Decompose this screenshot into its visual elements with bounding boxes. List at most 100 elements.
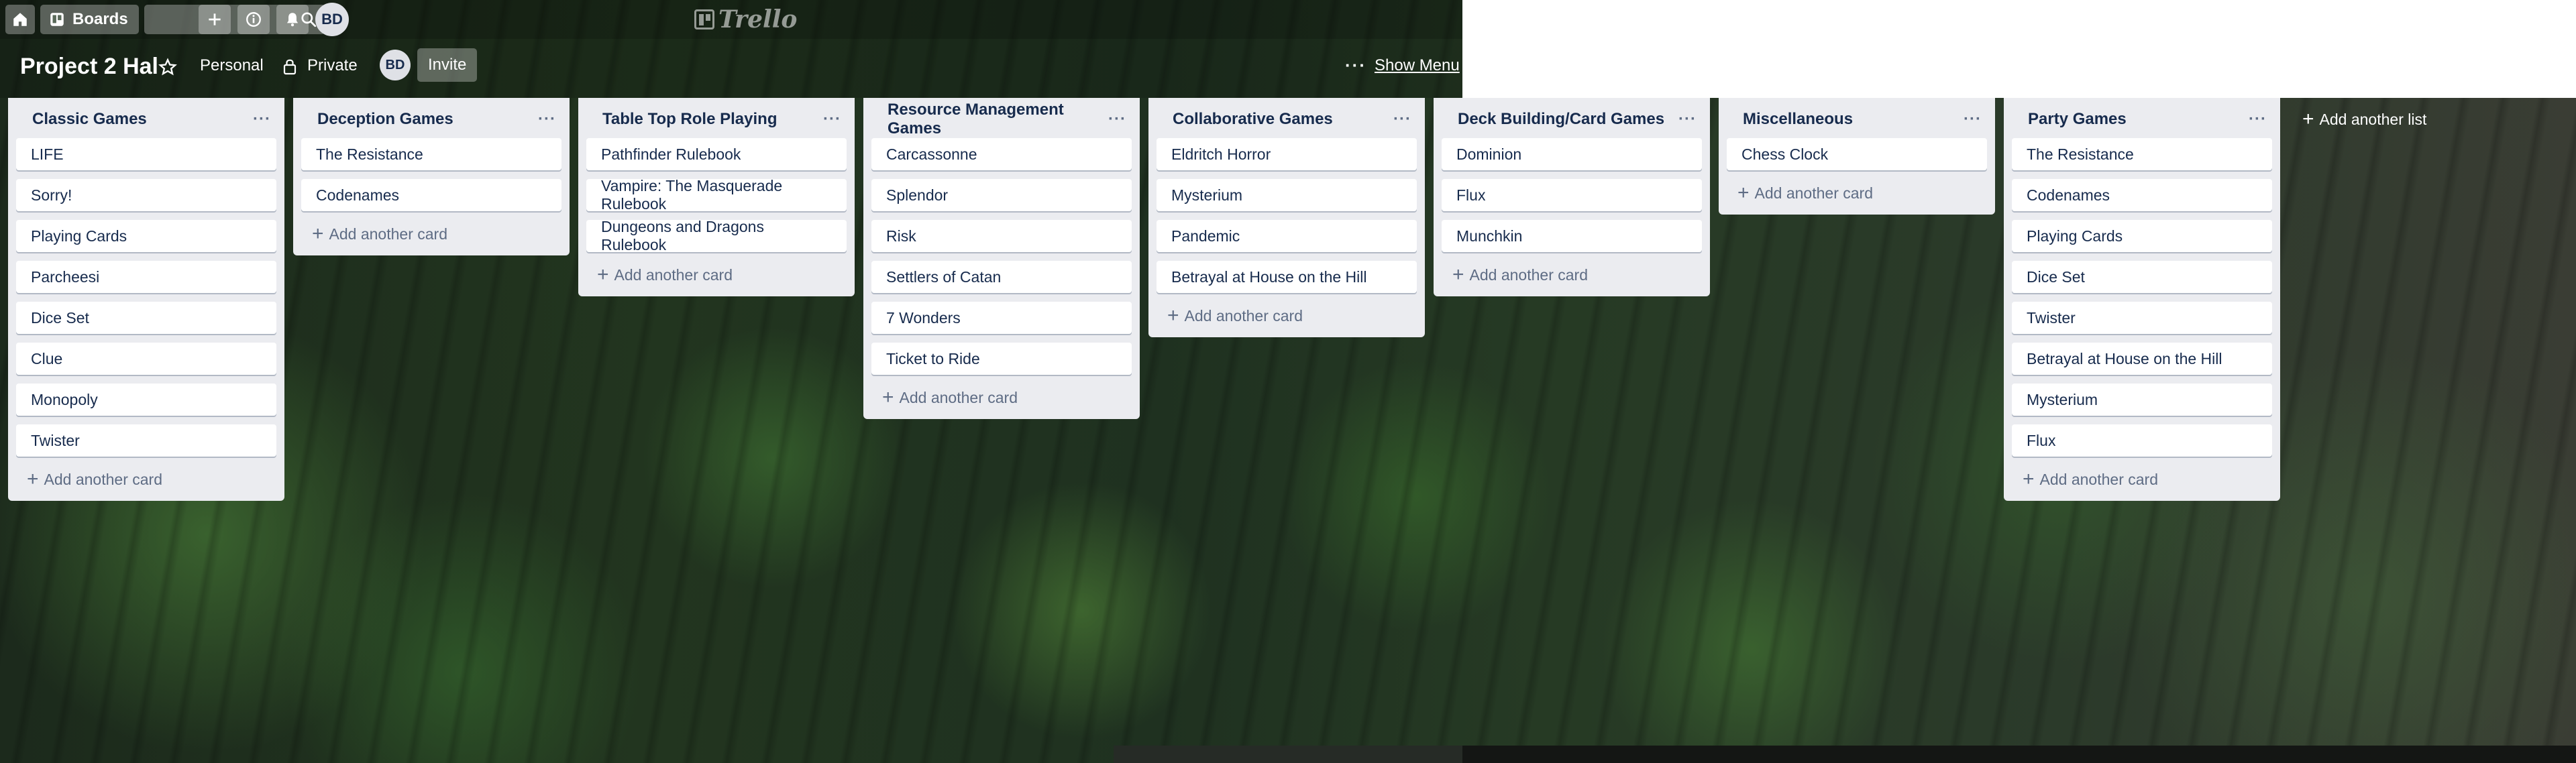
card[interactable]: Pathfinder Rulebook: [586, 138, 847, 170]
card[interactable]: Dice Set: [16, 302, 276, 334]
list-header[interactable]: Collaborative Games ···: [1157, 103, 1417, 135]
list-collaborative-games: Collaborative Games ··· Eldritch Horror …: [1148, 98, 1425, 337]
board-visibility-button[interactable]: Private: [307, 56, 358, 75]
card[interactable]: Clue: [16, 343, 276, 375]
info-icon: [246, 12, 261, 27]
add-card-button[interactable]: + Add another card: [871, 384, 1132, 411]
list-menu-icon[interactable]: ···: [538, 110, 556, 129]
card[interactable]: Playing Cards: [2012, 220, 2272, 252]
add-list-button[interactable]: + Add another list: [2302, 106, 2426, 133]
card[interactable]: Twister: [2012, 302, 2272, 334]
list-header[interactable]: Classic Games ···: [16, 103, 276, 135]
trello-logo[interactable]: Trello: [694, 5, 797, 34]
info-button[interactable]: [237, 5, 270, 34]
notifications-button[interactable]: [276, 5, 309, 34]
plus-icon: +: [1452, 263, 1464, 286]
board-title[interactable]: Project 2 Hal: [20, 54, 158, 80]
list-header[interactable]: Deck Building/Card Games ···: [1442, 103, 1702, 135]
list-title[interactable]: Deck Building/Card Games: [1458, 110, 1664, 129]
card[interactable]: Codenames: [301, 179, 561, 211]
card[interactable]: Splendor: [871, 179, 1132, 211]
list-menu-icon[interactable]: ···: [1678, 110, 1697, 129]
add-card-button[interactable]: + Add another card: [1442, 261, 1702, 288]
card[interactable]: Sorry!: [16, 179, 276, 211]
card-list: The Resistance Codenames Playing Cards D…: [2012, 138, 2272, 457]
boards-label: Boards: [72, 10, 128, 28]
ellipsis-icon: ···: [1345, 55, 1366, 75]
card[interactable]: Carcassonne: [871, 138, 1132, 170]
board-team-button[interactable]: Personal: [200, 56, 264, 75]
list-header[interactable]: Table Top Role Playing ···: [586, 103, 847, 135]
add-card-button[interactable]: + Add another card: [301, 221, 561, 247]
card[interactable]: Pandemic: [1157, 220, 1417, 252]
card[interactable]: Eldritch Horror: [1157, 138, 1417, 170]
card-list: Eldritch Horror Mysterium Pandemic Betra…: [1157, 138, 1417, 293]
card[interactable]: 7 Wonders: [871, 302, 1132, 334]
user-avatar[interactable]: BD: [315, 3, 349, 36]
card[interactable]: Twister: [16, 424, 276, 457]
list-header[interactable]: Miscellaneous ···: [1727, 103, 1987, 135]
list-title[interactable]: Classic Games: [32, 110, 147, 129]
boards-icon: [50, 13, 64, 26]
lock-icon: [283, 59, 297, 75]
card[interactable]: Mysterium: [1157, 179, 1417, 211]
list-header[interactable]: Party Games ···: [2012, 103, 2272, 135]
list-menu-icon[interactable]: ···: [253, 110, 271, 129]
add-card-button[interactable]: + Add another card: [16, 466, 276, 493]
create-button[interactable]: [199, 5, 231, 34]
star-board-button[interactable]: [154, 54, 181, 80]
card-list: Dominion Flux Munchkin: [1442, 138, 1702, 252]
card[interactable]: LIFE: [16, 138, 276, 170]
card[interactable]: Ticket to Ride: [871, 343, 1132, 375]
list-header[interactable]: Deception Games ···: [301, 103, 561, 135]
list-title[interactable]: Collaborative Games: [1173, 110, 1333, 129]
list-title[interactable]: Deception Games: [317, 110, 453, 129]
bell-icon: [286, 13, 299, 27]
add-card-button[interactable]: + Add another card: [1727, 180, 1987, 207]
list-header[interactable]: Resource Management Games ···: [871, 101, 1132, 138]
card[interactable]: Flux: [1442, 179, 1702, 211]
card[interactable]: Dice Set: [2012, 261, 2272, 293]
invite-button[interactable]: Invite: [417, 48, 478, 82]
card[interactable]: Vampire: The Masquerade Rulebook: [586, 177, 847, 213]
board-member-avatar[interactable]: BD: [380, 50, 411, 80]
list-menu-icon[interactable]: ···: [823, 110, 841, 129]
card[interactable]: The Resistance: [2012, 138, 2272, 170]
add-card-button[interactable]: + Add another card: [586, 261, 847, 288]
card[interactable]: Dominion: [1442, 138, 1702, 170]
home-button[interactable]: [5, 5, 35, 34]
list-deck-building-card-games: Deck Building/Card Games ··· Dominion Fl…: [1434, 98, 1710, 296]
card[interactable]: Settlers of Catan: [871, 261, 1132, 293]
boards-button[interactable]: Boards: [40, 5, 139, 34]
card[interactable]: Codenames: [2012, 179, 2272, 211]
list-title[interactable]: Table Top Role Playing: [602, 110, 777, 129]
card[interactable]: The Resistance: [301, 138, 561, 170]
plus-icon: +: [312, 223, 324, 245]
list-miscellaneous: Miscellaneous ··· Chess Clock + Add anot…: [1719, 98, 1995, 215]
add-card-button[interactable]: + Add another card: [1157, 302, 1417, 329]
list-menu-icon[interactable]: ···: [1393, 110, 1411, 129]
card[interactable]: Flux: [2012, 424, 2272, 457]
card[interactable]: Parcheesi: [16, 261, 276, 293]
list-title[interactable]: Resource Management Games: [888, 101, 1108, 138]
card[interactable]: Betrayal at House on the Hill: [2012, 343, 2272, 375]
list-menu-icon[interactable]: ···: [1964, 110, 1982, 129]
list-title[interactable]: Miscellaneous: [1743, 110, 1853, 129]
list-menu-icon[interactable]: ···: [2249, 110, 2267, 129]
card[interactable]: Betrayal at House on the Hill: [1157, 261, 1417, 293]
list-menu-icon[interactable]: ···: [1108, 110, 1126, 129]
card[interactable]: Monopoly: [16, 384, 276, 416]
card[interactable]: Dungeons and Dragons Rulebook: [586, 218, 847, 253]
card[interactable]: Munchkin: [1442, 220, 1702, 252]
card[interactable]: Risk: [871, 220, 1132, 252]
list-deception-games: Deception Games ··· The Resistance Coden…: [293, 98, 570, 255]
card[interactable]: Chess Clock: [1727, 138, 1987, 170]
card[interactable]: Mysterium: [2012, 384, 2272, 416]
add-card-label: Add another card: [2039, 470, 2158, 488]
show-menu-button[interactable]: ··· Show Menu: [1345, 55, 1460, 76]
add-card-button[interactable]: + Add another card: [2012, 466, 2272, 493]
bottom-strip-dark: [1462, 746, 2576, 763]
home-icon: [13, 13, 27, 26]
list-title[interactable]: Party Games: [2028, 110, 2127, 129]
card[interactable]: Playing Cards: [16, 220, 276, 252]
